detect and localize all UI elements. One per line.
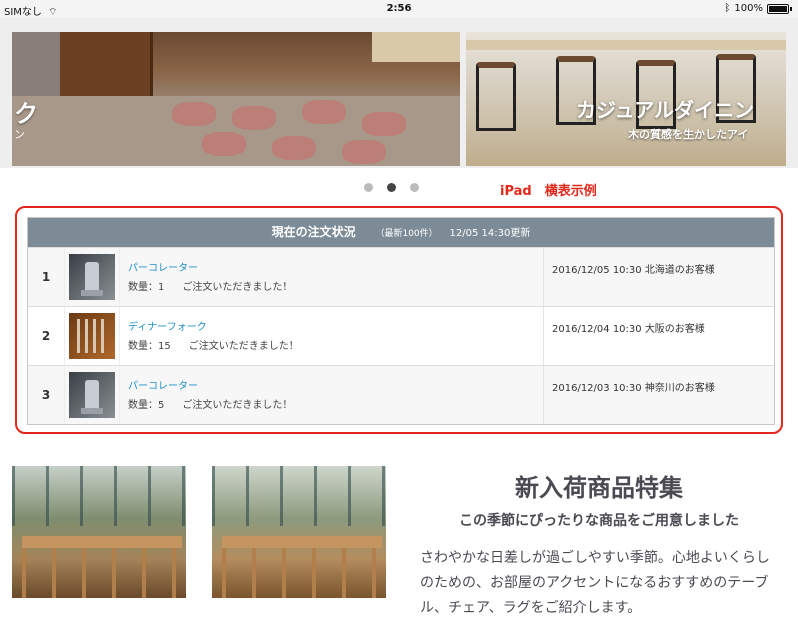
- thumb-cell: [65, 366, 120, 424]
- order-message: ご注文いただきました！: [182, 400, 293, 411]
- order-rank: 2: [28, 307, 65, 365]
- order-quantity: 数量：15: [128, 341, 171, 352]
- order-status-header: 現在の注文状況 （最新100件） 12/05 14:30更新: [28, 218, 774, 247]
- order-detail: 数量：15 ご注文いただきました！: [128, 337, 535, 352]
- status-bar: SIMなし ⌔ 2:56 ᛒ 100%: [0, 0, 798, 18]
- floor-tile: [202, 132, 246, 156]
- slide-title: カジュアルダイニン: [576, 98, 754, 122]
- order-row: 2 ディナーフォーク 数量：15 ご注文いただきました！ 2016/12/04 1…: [28, 306, 774, 365]
- feature-title: 新入荷商品特集: [515, 474, 683, 502]
- order-rank: 1: [28, 248, 65, 306]
- floor-image: [12, 96, 460, 166]
- table-top: [22, 536, 182, 548]
- order-status-table: 現在の注文状況 （最新100件） 12/05 14:30更新 1 パーコレーター…: [27, 217, 775, 425]
- order-info: パーコレーター 数量：1 ご注文いただきました！: [120, 248, 544, 306]
- battery-tip: [790, 6, 792, 11]
- order-status-updated: 12/05 14:30更新: [449, 228, 531, 239]
- feature-description: さわやかな日差しが過ごしやすい季節。心地よいくらしのための、お部屋のアクセントに…: [420, 550, 770, 616]
- order-rank: 3: [28, 366, 65, 424]
- order-row: 1 パーコレーター 数量：1 ご注文いただきました！ 2016/12/05 10:…: [28, 247, 774, 306]
- shelf-image: [372, 32, 460, 62]
- table-image: [466, 40, 786, 50]
- floor-tile: [272, 136, 316, 160]
- product-link[interactable]: パーコレーター: [128, 259, 535, 274]
- window-frame: [12, 466, 186, 526]
- product-link[interactable]: ディナーフォーク: [128, 318, 535, 333]
- chair-image: [476, 62, 516, 131]
- order-quantity: 数量：1: [128, 282, 165, 293]
- carousel-dot-1[interactable]: [364, 183, 373, 192]
- floor-tile: [172, 102, 216, 126]
- order-quantity: 数量：5: [128, 400, 165, 411]
- slide-current[interactable]: カジュアルダイニン 木の質感を生かしたアイ: [466, 32, 786, 166]
- order-message: ご注文いただきました！: [188, 341, 299, 352]
- table-legs: [22, 548, 182, 598]
- carousel-dot-2[interactable]: [387, 183, 396, 192]
- order-message: ご注文いただきました！: [182, 282, 293, 293]
- floor-tile: [362, 112, 406, 136]
- order-date-location: 2016/12/04 10:30 大阪のお客様: [552, 324, 705, 335]
- hero-carousel[interactable]: ク ン カジュアルダイニン 木の質感を生かしたアイ: [0, 18, 798, 168]
- order-date-location: 2016/12/03 10:30 神奈川のお客様: [552, 383, 715, 394]
- floor-tile: [232, 106, 276, 130]
- floor-tile: [302, 100, 346, 124]
- table-legs: [222, 548, 382, 598]
- fork-thumbnail[interactable]: [69, 313, 115, 359]
- battery-percent: 100%: [734, 3, 763, 14]
- carousel-dot-3[interactable]: [410, 183, 419, 192]
- slide-title: ク: [14, 100, 38, 128]
- slide-subtitle: ン: [14, 128, 25, 141]
- slide-previous[interactable]: ク ン: [12, 32, 460, 166]
- clock: 2:56: [386, 3, 412, 14]
- slide-subtitle: 木の質感を生かしたアイ: [628, 128, 749, 141]
- order-status-highlight: 現在の注文状況 （最新100件） 12/05 14:30更新 1 パーコレーター…: [15, 206, 783, 434]
- thumb-cell: [65, 307, 120, 365]
- floor-tile: [342, 140, 386, 164]
- status-right: ᛒ 100%: [724, 3, 792, 14]
- coffee-maker-thumbnail[interactable]: [69, 254, 115, 300]
- table-top: [222, 536, 382, 548]
- annotation-label: iPad 横表示例: [500, 184, 597, 199]
- feature-photo-1[interactable]: [12, 466, 186, 598]
- order-info: ディナーフォーク 数量：15 ご注文いただきました！: [120, 307, 544, 365]
- order-info: パーコレーター 数量：5 ご注文いただきました！: [120, 366, 544, 424]
- order-status-title: 現在の注文状況: [271, 225, 356, 239]
- carousel-pagination: [364, 183, 419, 192]
- bluetooth-icon: ᛒ: [724, 3, 731, 14]
- battery-icon: [767, 3, 789, 14]
- feature-photo-2[interactable]: [212, 466, 386, 598]
- feature-subtitle: この季節にぴったりな商品をご用意しました: [459, 513, 739, 529]
- window-frame: [212, 466, 386, 526]
- order-row: 3 パーコレーター 数量：5 ご注文いただきました！ 2016/12/03 10:…: [28, 365, 774, 424]
- product-link[interactable]: パーコレーター: [128, 377, 535, 392]
- order-detail: 数量：5 ご注文いただきました！: [128, 396, 535, 411]
- order-status-count: （最新100件）: [375, 229, 438, 239]
- coffee-maker-thumbnail[interactable]: [69, 372, 115, 418]
- order-detail: 数量：1 ご注文いただきました！: [128, 278, 535, 293]
- thumb-cell: [65, 248, 120, 306]
- order-date-location: 2016/12/05 10:30 北海道のお客様: [552, 265, 715, 276]
